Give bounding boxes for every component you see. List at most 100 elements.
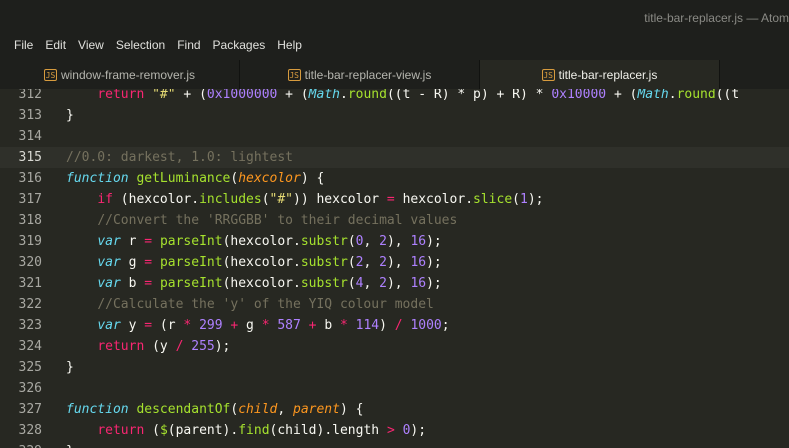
code-token: 255 bbox=[191, 339, 215, 354]
code-line[interactable]: 329} bbox=[0, 441, 789, 448]
code-line[interactable]: 325} bbox=[0, 357, 789, 378]
code-line[interactable]: 318 //Convert the 'RRGGBB' to their deci… bbox=[0, 210, 789, 231]
code-token: ((t - R) * p) + R) * bbox=[386, 89, 552, 102]
js-file-icon: JS bbox=[541, 68, 555, 81]
code-line[interactable]: 320 var g = parseInt(hexcolor.substr(2, … bbox=[0, 252, 789, 273]
code-token: ), bbox=[386, 276, 411, 291]
menu-edit[interactable]: Edit bbox=[39, 34, 72, 56]
code-token: ); bbox=[214, 339, 231, 354]
code-editor[interactable]: 312 return "#" + (0x1000000 + (Math.roun… bbox=[0, 89, 789, 448]
code-line[interactable]: 324 return (y / 255); bbox=[0, 336, 789, 357]
code-token: (hexcolor. bbox=[222, 276, 301, 291]
code-text: return "#" + (0x1000000 + (Math.round((t… bbox=[66, 89, 739, 105]
line-number: 313 bbox=[18, 108, 42, 123]
code-token: + ( bbox=[606, 89, 638, 102]
code-text: } bbox=[66, 441, 74, 448]
code-token: ) { bbox=[300, 171, 325, 186]
code-token: ); bbox=[527, 192, 544, 207]
code-token: ); bbox=[410, 423, 427, 438]
code-line[interactable]: 319 var r = parseInt(hexcolor.substr(0, … bbox=[0, 231, 789, 252]
code-token: = bbox=[144, 318, 153, 333]
tab-label: title-bar-replacer.js bbox=[558, 67, 658, 82]
line-number: 324 bbox=[18, 339, 42, 354]
code-token: y bbox=[120, 318, 145, 333]
code-token: 587 bbox=[277, 318, 301, 333]
code-text: //0.0: darkest, 1.0: lightest bbox=[66, 147, 293, 168]
code-text: function getLuminance(hexcolor) { bbox=[66, 168, 324, 189]
code-token: b bbox=[120, 276, 145, 291]
code-line[interactable]: 312 return "#" + (0x1000000 + (Math.roun… bbox=[0, 89, 789, 105]
code-token: , bbox=[363, 234, 380, 249]
code-token: parseInt bbox=[159, 255, 223, 270]
code-token: , bbox=[363, 255, 380, 270]
code-token: ) bbox=[379, 318, 395, 333]
tab-window-frame-remover[interactable]: JS window-frame-remover.js bbox=[0, 60, 240, 89]
code-token: = bbox=[144, 255, 153, 270]
code-line[interactable]: 316 function getLuminance(hexcolor) { bbox=[0, 168, 789, 189]
code-token: ( bbox=[347, 255, 356, 270]
code-token: if bbox=[97, 192, 113, 207]
code-line[interactable]: 323 var y = (r * 299 + g * 587 + b * 114… bbox=[0, 315, 789, 336]
code-token: ); bbox=[426, 234, 442, 249]
code-token: substr bbox=[300, 255, 348, 270]
code-line[interactable]: 317 if (hexcolor.includes("#")) hexcolor… bbox=[0, 189, 789, 210]
menu-view[interactable]: View bbox=[72, 34, 110, 56]
line-number: 320 bbox=[18, 255, 42, 270]
code-text: function descendantOf(child, parent) { bbox=[66, 399, 363, 420]
code-line[interactable]: 322 //Calculate the 'y' of the YIQ colou… bbox=[0, 294, 789, 315]
code-text: return (y / 255); bbox=[66, 336, 230, 357]
menu-find[interactable]: Find bbox=[171, 34, 206, 56]
menu-help[interactable]: Help bbox=[271, 34, 308, 56]
code-token: "#" bbox=[152, 89, 176, 102]
line-number: 329 bbox=[0, 441, 42, 448]
code-token: Math bbox=[308, 89, 340, 102]
code-token: (y bbox=[144, 339, 176, 354]
code-token: //0.0: darkest, 1.0: lightest bbox=[66, 150, 293, 165]
code-token: round bbox=[347, 89, 387, 102]
tab-title-bar-replacer-view[interactable]: JS title-bar-replacer-view.js bbox=[240, 60, 480, 89]
js-file-icon: JS bbox=[287, 68, 301, 81]
code-token: = bbox=[144, 276, 153, 291]
code-token: function bbox=[66, 402, 129, 417]
code-line[interactable]: 313} bbox=[0, 105, 789, 126]
menu-packages[interactable]: Packages bbox=[207, 34, 272, 56]
code-line[interactable]: 328 return ($(parent).find(child).length… bbox=[0, 420, 789, 441]
code-text: var r = parseInt(hexcolor.substr(0, 2), … bbox=[66, 231, 442, 252]
code-token: var bbox=[97, 318, 121, 333]
code-line[interactable]: 321 var b = parseInt(hexcolor.substr(4, … bbox=[0, 273, 789, 294]
line-number: 314 bbox=[18, 129, 42, 144]
code-token: 299 bbox=[199, 318, 223, 333]
line-number: 326 bbox=[18, 381, 42, 396]
code-token: } bbox=[66, 108, 74, 123]
code-line[interactable]: 314 bbox=[0, 126, 789, 147]
line-number: 325 bbox=[18, 360, 42, 375]
menu-selection[interactable]: Selection bbox=[110, 34, 171, 56]
line-number: 318 bbox=[18, 213, 42, 228]
code-token: 0x10000 bbox=[551, 89, 607, 102]
code-token: } bbox=[66, 360, 74, 375]
code-token: var bbox=[97, 276, 121, 291]
menu-bar: File Edit View Selection Find Packages Help bbox=[0, 30, 789, 60]
code-token: return bbox=[97, 423, 145, 438]
line-number: 323 bbox=[18, 318, 42, 333]
line-number: 321 bbox=[18, 276, 42, 291]
code-token: "#" bbox=[269, 192, 293, 207]
code-token: r bbox=[120, 234, 145, 249]
code-line[interactable]: 326 bbox=[0, 378, 789, 399]
code-token: , bbox=[363, 276, 380, 291]
menu-file[interactable]: File bbox=[8, 34, 39, 56]
code-line[interactable]: 327 function descendantOf(child, parent) … bbox=[0, 399, 789, 420]
code-token: //Convert the 'RRGGBB' to their decimal … bbox=[97, 213, 458, 228]
line-number: 316 bbox=[18, 171, 42, 186]
code-token: descendantOf bbox=[136, 402, 231, 417]
code-line[interactable]: 315 //0.0: darkest, 1.0: lightest bbox=[0, 147, 789, 168]
tab-label: window-frame-remover.js bbox=[60, 67, 196, 82]
line-number: 328 bbox=[18, 423, 42, 438]
code-token: hexcolor bbox=[238, 171, 301, 186]
tab-title-bar-replacer[interactable]: JS title-bar-replacer.js bbox=[480, 60, 720, 89]
